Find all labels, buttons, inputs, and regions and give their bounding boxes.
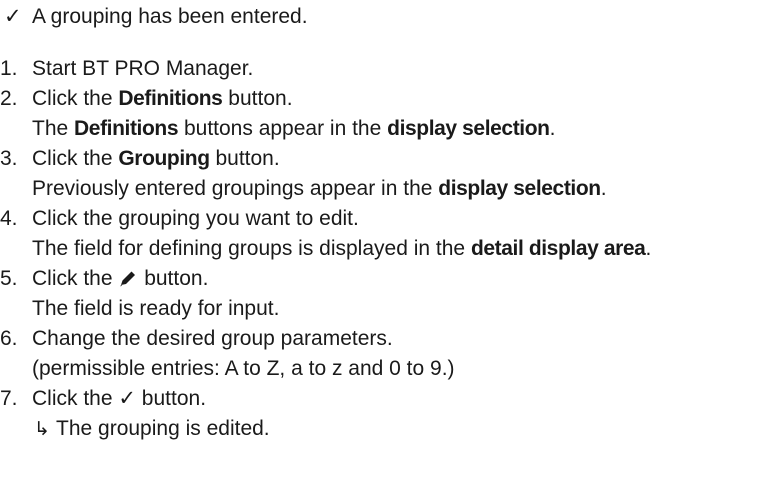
- step-number: 4.: [0, 207, 18, 230]
- step-instruction: Click the grouping you want to edit.: [32, 207, 359, 230]
- step-instruction: Click the Definitions button.: [32, 84, 780, 114]
- text: Click the: [32, 267, 119, 290]
- pencil-icon: [120, 271, 136, 287]
- definitions-ref: Definitions: [74, 117, 179, 140]
- text: The field for defining groups is display…: [32, 237, 471, 260]
- text: button.: [138, 267, 209, 290]
- step-instruction: Change the desired group parameters.: [32, 327, 393, 350]
- step-1: 1. Start BT PRO Manager.: [0, 54, 780, 84]
- prerequisite: ✓ A grouping has been entered.: [0, 2, 780, 32]
- detail-display-area-ref: detail display area: [470, 237, 646, 260]
- step-number: 5.: [0, 267, 18, 290]
- text: .: [645, 237, 652, 260]
- check-icon: ✓: [118, 387, 136, 410]
- display-selection-ref: display selection: [387, 117, 550, 140]
- outcome-text: The grouping is edited.: [56, 417, 270, 440]
- step-5: 5. Click the button. The field is ready …: [0, 264, 780, 324]
- step-number: 6.: [0, 327, 18, 350]
- step-7: 7. Click the ✓ button. ↳ The grouping is …: [0, 384, 780, 445]
- step-result: The Definitions buttons appear in the di…: [32, 114, 780, 144]
- step-outcome: ↳ The grouping is edited.: [32, 414, 780, 445]
- step-number: 2.: [0, 87, 18, 110]
- result-arrow-icon: ↳: [34, 419, 50, 440]
- text: .: [600, 177, 607, 200]
- step-6: 6. Change the desired group parameters. …: [0, 324, 780, 384]
- step-4: 4. Click the grouping you want to edit. …: [0, 204, 780, 264]
- step-2: 2. Click the Definitions button. The Def…: [0, 84, 780, 144]
- text: button.: [222, 87, 293, 110]
- definitions-button-ref: Definitions: [118, 87, 223, 110]
- prerequisite-text: A grouping has been entered.: [32, 5, 308, 28]
- step-3: 3. Click the Grouping button. Previously…: [0, 144, 780, 204]
- text: .: [549, 117, 556, 140]
- text: button.: [209, 147, 280, 170]
- instruction-document: ✓ A grouping has been entered. 1. Start …: [0, 0, 780, 445]
- step-instruction: Click the button.: [32, 264, 780, 294]
- step-instruction: Click the ✓ button.: [32, 384, 780, 414]
- step-number: 1.: [0, 57, 18, 80]
- text: Previously entered groupings appear in t…: [32, 177, 439, 200]
- step-result: The field is ready for input.: [32, 297, 280, 320]
- step-number: 7.: [0, 387, 18, 410]
- text: The: [32, 117, 75, 140]
- step-instruction: Click the Grouping button.: [32, 144, 780, 174]
- step-result: Previously entered groupings appear in t…: [32, 174, 780, 204]
- text: button.: [135, 387, 207, 410]
- steps-list: 1. Start BT PRO Manager. 2. Click the De…: [0, 54, 780, 445]
- text: buttons appear in the: [178, 117, 388, 140]
- step-number: 3.: [0, 147, 18, 170]
- grouping-button-ref: Grouping: [118, 147, 210, 170]
- text: Click the: [32, 147, 119, 170]
- text: Click the: [32, 87, 119, 110]
- display-selection-ref: display selection: [438, 177, 601, 200]
- step-note: (permissible entries: A to Z, a to z and…: [32, 357, 455, 380]
- text: Click the: [32, 387, 119, 410]
- step-text: Start BT PRO Manager.: [32, 57, 254, 80]
- step-result: The field for defining groups is display…: [32, 234, 780, 264]
- check-icon: ✓: [4, 5, 22, 28]
